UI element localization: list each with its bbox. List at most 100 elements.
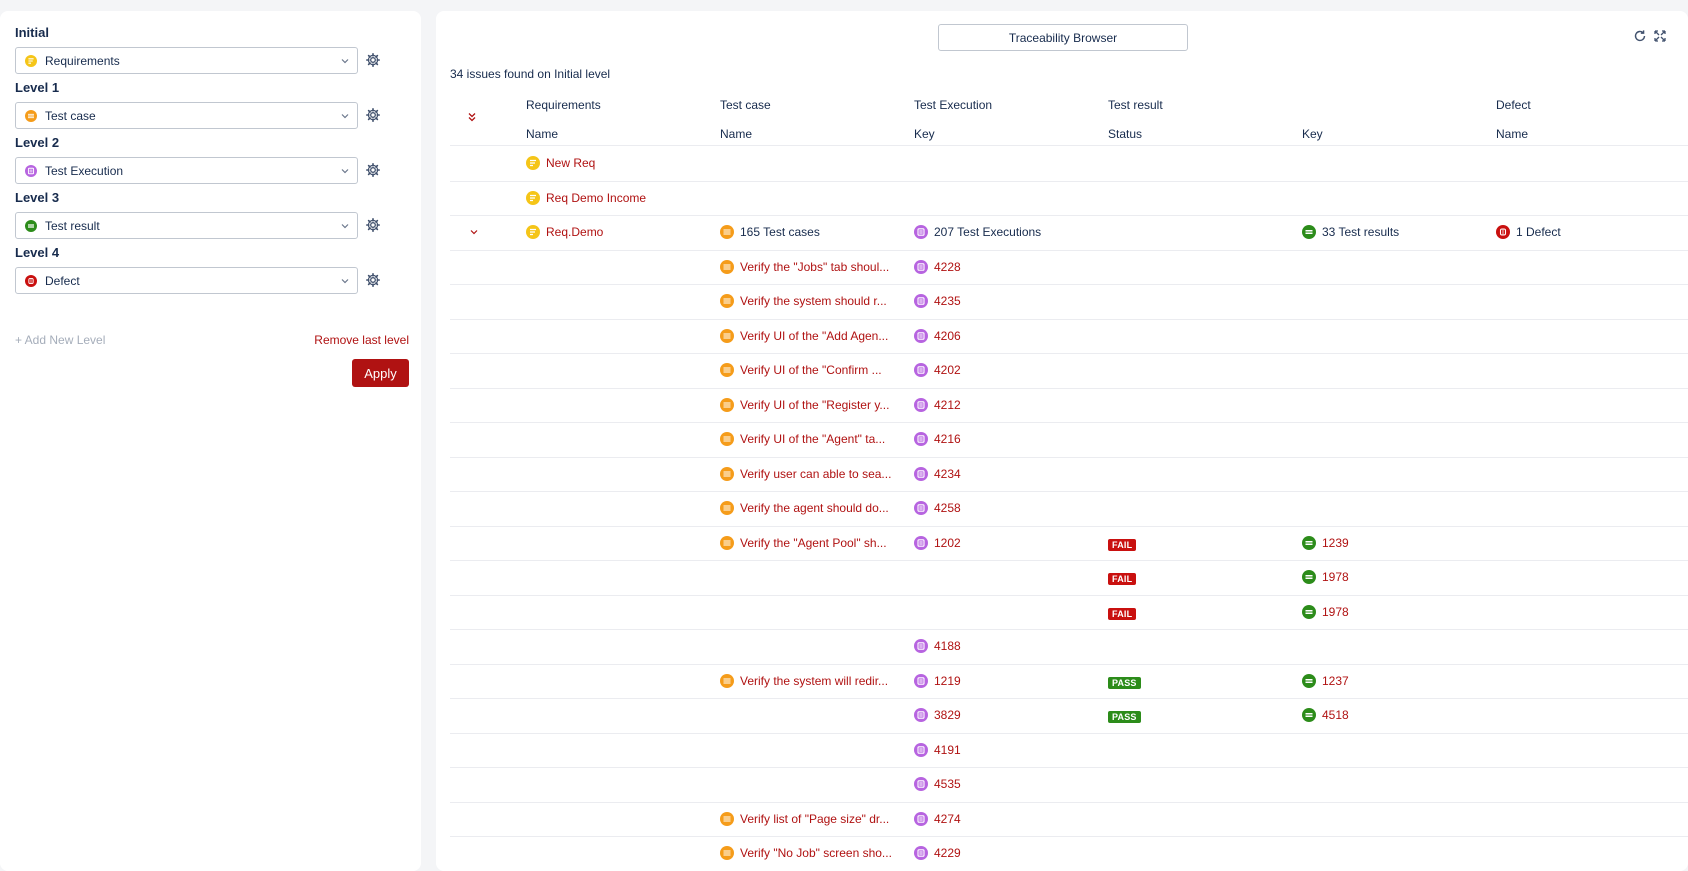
test-execution-icon <box>914 708 928 723</box>
test-case-icon <box>720 501 734 516</box>
level-select[interactable]: Defect <box>15 267 358 294</box>
column-header[interactable]: Name <box>1496 127 1528 141</box>
test-result-link-wrapper[interactable]: 1978 <box>1302 604 1349 619</box>
test-case-link[interactable]: Verify the agent should do... <box>740 501 889 515</box>
requirement-link-wrapper[interactable]: Req.Demo <box>526 225 603 240</box>
test-execution-link-wrapper[interactable]: 4206 <box>914 328 961 343</box>
test-execution-link[interactable]: 4188 <box>934 639 961 653</box>
test-execution-link-wrapper[interactable]: 4234 <box>914 466 961 481</box>
test-result-link[interactable]: 1978 <box>1322 605 1349 619</box>
test-execution-link[interactable]: 4212 <box>934 398 961 412</box>
test-execution-link[interactable]: 4234 <box>934 467 961 481</box>
test-case-link-wrapper[interactable]: Verify list of "Page size" dr... <box>720 811 889 826</box>
test-execution-link[interactable]: 1202 <box>934 536 961 550</box>
test-execution-link[interactable]: 4235 <box>934 294 961 308</box>
test-execution-link-wrapper[interactable]: 1202 <box>914 535 961 550</box>
test-case-link-wrapper[interactable]: Verify UI of the "Add Agen... <box>720 328 888 343</box>
requirement-link[interactable]: New Req <box>546 156 595 170</box>
test-execution-link-wrapper[interactable]: 4188 <box>914 639 961 654</box>
test-case-link-wrapper[interactable]: Verify the system should r... <box>720 294 887 309</box>
test-case-link[interactable]: Verify UI of the "Agent" ta... <box>740 432 885 446</box>
test-execution-link-wrapper[interactable]: 4202 <box>914 363 961 378</box>
gear-icon[interactable] <box>365 217 381 233</box>
test-execution-link-wrapper[interactable]: 4258 <box>914 501 961 516</box>
test-case-link[interactable]: Verify the "Jobs" tab shoul... <box>740 260 889 274</box>
test-execution-link-wrapper[interactable]: 4212 <box>914 397 961 412</box>
level-select[interactable]: Requirements <box>15 47 358 74</box>
add-new-level-link[interactable]: + Add New Level <box>15 333 105 347</box>
test-case-link-wrapper[interactable]: Verify UI of the "Register y... <box>720 397 889 412</box>
test-execution-link[interactable]: 4229 <box>934 846 961 860</box>
test-result-link-wrapper[interactable]: 4518 <box>1302 708 1349 723</box>
test-case-link-wrapper[interactable]: Verify the system will redir... <box>720 673 888 688</box>
requirement-link-wrapper[interactable]: New Req <box>526 156 595 171</box>
column-header[interactable]: Key <box>1302 127 1323 141</box>
test-case-link-wrapper[interactable]: Verify UI of the "Agent" ta... <box>720 432 885 447</box>
remove-last-level-link[interactable]: Remove last level <box>314 333 409 347</box>
test-execution-link[interactable]: 4274 <box>934 812 961 826</box>
test-case-link-wrapper[interactable]: Verify UI of the "Confirm ... <box>720 363 882 378</box>
test-case-link-wrapper[interactable]: Verify the "Jobs" tab shoul... <box>720 259 889 274</box>
test-case-link-wrapper[interactable]: Verify user can able to sea... <box>720 466 891 481</box>
requirement-link[interactable]: Req.Demo <box>546 225 603 239</box>
test-execution-link[interactable]: 4206 <box>934 329 961 343</box>
column-header[interactable]: Key <box>914 127 935 141</box>
gear-icon[interactable] <box>365 52 381 68</box>
test-case-link[interactable]: Verify UI of the "Add Agen... <box>740 329 888 343</box>
requirement-link-wrapper[interactable]: Req Demo Income <box>526 190 646 205</box>
test-execution-link-wrapper[interactable]: 4216 <box>914 432 961 447</box>
test-case-link[interactable]: Verify the system should r... <box>740 294 887 308</box>
test-case-link[interactable]: Verify list of "Page size" dr... <box>740 812 889 826</box>
requirement-link[interactable]: Req Demo Income <box>546 191 646 205</box>
test-case-link[interactable]: Verify UI of the "Register y... <box>740 398 889 412</box>
test-result-link[interactable]: 1978 <box>1322 570 1349 584</box>
test-result-link-wrapper[interactable]: 1978 <box>1302 570 1349 585</box>
test-execution-link[interactable]: 4535 <box>934 777 961 791</box>
test-case-link-wrapper[interactable]: Verify "No Job" screen sho... <box>720 846 892 861</box>
collapse-all-icon[interactable] <box>466 111 478 123</box>
gear-icon[interactable] <box>365 272 381 288</box>
test-execution-link-wrapper[interactable]: 4228 <box>914 259 961 274</box>
fullscreen-icon[interactable] <box>1653 29 1667 43</box>
test-case-link[interactable]: Verify the "Agent Pool" sh... <box>740 536 887 550</box>
chevron-down-icon[interactable] <box>468 226 480 238</box>
test-execution-link-wrapper[interactable]: 4274 <box>914 811 961 826</box>
traceability-browser-button[interactable]: Traceability Browser <box>938 24 1188 51</box>
test-result-link[interactable]: 1239 <box>1322 536 1349 550</box>
test-execution-link[interactable]: 4216 <box>934 432 961 446</box>
test-case-link-wrapper[interactable]: Verify the "Agent Pool" sh... <box>720 535 887 550</box>
header-top-cell: Defect <box>1496 95 1531 115</box>
test-execution-link[interactable]: 1219 <box>934 674 961 688</box>
refresh-icon[interactable] <box>1633 29 1647 43</box>
test-execution-link[interactable]: 4228 <box>934 260 961 274</box>
table-row-cell: Verify the system should r... <box>720 284 887 319</box>
test-case-link-wrapper[interactable]: Verify the agent should do... <box>720 501 889 516</box>
test-result-link-wrapper[interactable]: 1237 <box>1302 673 1349 688</box>
test-execution-link[interactable]: 4258 <box>934 501 961 515</box>
test-case-link[interactable]: Verify user can able to sea... <box>740 467 891 481</box>
test-case-link[interactable]: Verify the system will redir... <box>740 674 888 688</box>
test-execution-link-wrapper[interactable]: 4235 <box>914 294 961 309</box>
test-case-link[interactable]: Verify "No Job" screen sho... <box>740 846 892 860</box>
test-execution-link-wrapper[interactable]: 3829 <box>914 708 961 723</box>
apply-button[interactable]: Apply <box>352 359 409 387</box>
column-header[interactable]: Status <box>1108 127 1142 141</box>
gear-icon[interactable] <box>365 162 381 178</box>
test-execution-link[interactable]: 3829 <box>934 708 961 722</box>
column-header[interactable]: Name <box>720 127 752 141</box>
test-execution-link-wrapper[interactable]: 4229 <box>914 846 961 861</box>
level-select[interactable]: Test Execution <box>15 157 358 184</box>
gear-icon[interactable] <box>365 107 381 123</box>
test-result-link-wrapper[interactable]: 1239 <box>1302 535 1349 550</box>
test-execution-link-wrapper[interactable]: 4535 <box>914 777 961 792</box>
test-result-link[interactable]: 4518 <box>1322 708 1349 722</box>
level-select[interactable]: Test result <box>15 212 358 239</box>
test-execution-link-wrapper[interactable]: 4191 <box>914 742 961 757</box>
column-header[interactable]: Name <box>526 127 558 141</box>
test-execution-link-wrapper[interactable]: 1219 <box>914 673 961 688</box>
test-result-link[interactable]: 1237 <box>1322 674 1349 688</box>
level-select[interactable]: Test case <box>15 102 358 129</box>
test-case-link[interactable]: Verify UI of the "Confirm ... <box>740 363 882 377</box>
test-execution-link[interactable]: 4191 <box>934 743 961 757</box>
test-execution-link[interactable]: 4202 <box>934 363 961 377</box>
